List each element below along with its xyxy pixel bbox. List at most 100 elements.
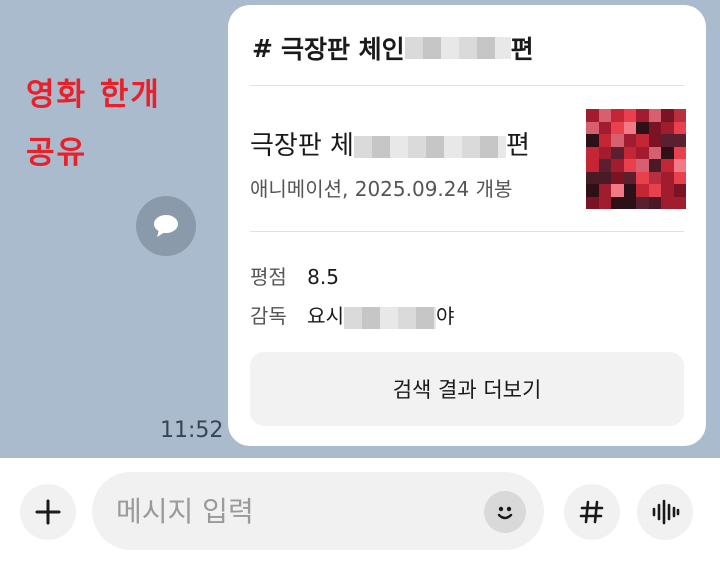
poster-pixel — [611, 159, 624, 172]
movie-title-end: 편 — [505, 131, 530, 161]
message-time: 11:52 — [160, 418, 224, 443]
voice-button[interactable] — [637, 484, 693, 540]
poster-pixel — [598, 134, 611, 147]
poster-pixel — [586, 171, 599, 184]
movie-title-start: 극장판 체 — [250, 131, 354, 161]
poster-pixel — [611, 171, 624, 184]
poster-pixel — [661, 109, 674, 122]
blurred-text — [404, 37, 511, 59]
rating-label: 평점 — [250, 265, 287, 289]
poster-pixel — [648, 196, 661, 209]
poster-pixel — [661, 134, 674, 147]
header-title-start: 극장판 체인 — [280, 35, 405, 64]
poster-pixel — [623, 184, 636, 197]
poster-pixel — [636, 159, 649, 172]
movie-share-card[interactable]: # 극장판 체인 편 극장판 체 편 애니메이션, 2025.09.24 개봉 평… — [228, 5, 706, 446]
movie-poster[interactable] — [586, 109, 686, 209]
poster-pixel — [673, 184, 686, 197]
poster-pixel — [623, 196, 636, 209]
poster-pixel — [636, 146, 649, 159]
poster-pixel — [673, 146, 686, 159]
poster-pixel — [586, 134, 599, 147]
director-end: 야 — [435, 304, 455, 328]
poster-pixel — [586, 109, 599, 122]
poster-pixel — [673, 109, 686, 122]
header-title-end: 편 — [510, 35, 534, 64]
poster-pixel — [648, 121, 661, 134]
poster-pixel — [673, 121, 686, 134]
poster-pixel — [673, 134, 686, 147]
poster-pixel — [623, 121, 636, 134]
poster-pixel — [611, 109, 624, 122]
annotation-line-2: 공유 — [26, 135, 88, 171]
poster-pixel — [586, 146, 599, 159]
poster-pixel — [598, 159, 611, 172]
poster-pixel — [673, 196, 686, 209]
poster-pixel — [611, 121, 624, 134]
smiley-icon — [497, 506, 513, 520]
poster-pixel — [636, 134, 649, 147]
input-bar — [0, 458, 720, 568]
poster-pixel — [598, 121, 611, 134]
poster-pixel — [586, 184, 599, 197]
director-row: 감독 요시 야 — [250, 300, 454, 329]
poster-pixel — [623, 171, 636, 184]
poster-pixel — [636, 196, 649, 209]
poster-pixel — [661, 196, 674, 209]
hashtag-icon: # — [252, 33, 273, 63]
poster-pixel — [598, 109, 611, 122]
share-button[interactable] — [136, 196, 196, 256]
poster-pixel — [586, 159, 599, 172]
rating-row: 평점 8.5 — [250, 261, 339, 290]
poster-pixel — [661, 184, 674, 197]
poster-pixel — [586, 196, 599, 209]
poster-pixel — [586, 121, 599, 134]
poster-pixel — [611, 146, 624, 159]
poster-pixel — [611, 134, 624, 147]
poster-pixel — [673, 159, 686, 172]
more-results-button[interactable]: 검색 결과 더보기 — [250, 352, 684, 426]
poster-pixel — [648, 109, 661, 122]
chat-area: 영화 한개 공유 11:52 # 극장판 체인 편 극장판 체 편 애니메이션, … — [0, 0, 720, 458]
poster-pixel — [648, 171, 661, 184]
poster-pixel — [661, 171, 674, 184]
poster-pixel — [611, 196, 624, 209]
voice-wave-icon — [652, 499, 680, 525]
poster-pixel — [623, 134, 636, 147]
director-start: 요시 — [307, 304, 344, 328]
poster-pixel — [673, 171, 686, 184]
poster-pixel — [648, 184, 661, 197]
emoji-button[interactable] — [484, 491, 526, 533]
poster-pixel — [636, 109, 649, 122]
add-button[interactable] — [20, 484, 76, 540]
poster-pixel — [648, 134, 661, 147]
blurred-text — [343, 306, 436, 329]
poster-pixel — [636, 171, 649, 184]
poster-pixel — [598, 171, 611, 184]
poster-pixel — [611, 184, 624, 197]
poster-pixel — [598, 184, 611, 197]
poster-pixel — [661, 121, 674, 134]
poster-pixel — [623, 109, 636, 122]
rating-value: 8.5 — [307, 265, 339, 289]
movie-meta: 애니메이션, 2025.09.24 개봉 — [250, 177, 513, 201]
poster-pixel — [648, 146, 661, 159]
poster-pixel — [636, 184, 649, 197]
pixelated-poster — [586, 109, 686, 209]
poster-pixel — [636, 121, 649, 134]
plus-icon — [35, 499, 61, 525]
red-annotation: 영화 한개 공유 — [26, 66, 161, 182]
poster-pixel — [598, 146, 611, 159]
poster-pixel — [661, 159, 674, 172]
hashtag-icon — [579, 500, 604, 524]
message-input[interactable] — [92, 472, 544, 550]
card-header: # 극장판 체인 편 — [252, 29, 682, 67]
divider — [250, 85, 684, 86]
speech-bubble-icon — [154, 215, 178, 237]
hashtag-button[interactable] — [564, 484, 620, 540]
poster-pixel — [623, 159, 636, 172]
movie-title[interactable]: 극장판 체 편 — [250, 125, 530, 162]
poster-pixel — [623, 146, 636, 159]
poster-pixel — [648, 159, 661, 172]
annotation-line-1: 영화 한개 — [26, 77, 161, 113]
